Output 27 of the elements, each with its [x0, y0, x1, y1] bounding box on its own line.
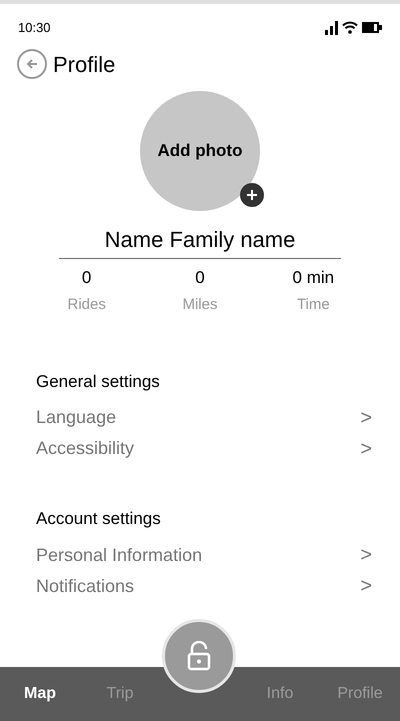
unlock-icon — [187, 641, 211, 671]
user-name: Name Family name — [59, 222, 341, 258]
back-arrow-icon — [25, 57, 39, 71]
stat-label: Miles — [182, 295, 218, 315]
battery-icon — [362, 22, 382, 34]
back-button[interactable] — [17, 49, 47, 79]
section-title: General settings — [36, 370, 161, 392]
tab[interactable]: Trip — [98, 678, 142, 710]
stat-value: 0 min — [292, 266, 334, 288]
settings-row[interactable]: Personal Information > — [36, 540, 372, 570]
tab[interactable]: Profile — [329, 678, 391, 710]
section-title: Account settings — [36, 508, 162, 530]
settings-row[interactable]: Notifications > — [36, 570, 372, 602]
tab[interactable]: Info — [258, 678, 302, 710]
stat-label: Rides — [67, 295, 106, 315]
plus-icon[interactable] — [240, 182, 264, 206]
add-photo-button[interactable]: Add photo — [140, 90, 260, 210]
settings-row[interactable]: Accessibility > — [36, 433, 372, 464]
settings-row[interactable]: Language > — [36, 402, 372, 433]
signal-icon — [324, 20, 338, 35]
stat-value: 0 — [195, 266, 205, 288]
stat-label: Time — [296, 295, 330, 315]
page-title: Profile — [53, 50, 116, 78]
stat-value: 0 — [82, 266, 92, 288]
wifi-icon — [342, 21, 358, 34]
status-time: 10:30 — [18, 19, 51, 37]
tab[interactable]: Map — [16, 678, 64, 710]
